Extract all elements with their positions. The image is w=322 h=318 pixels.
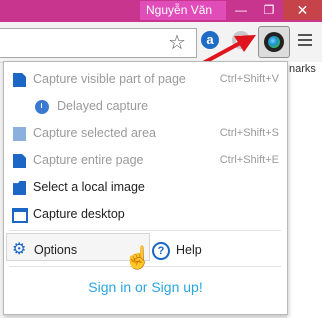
selection-icon bbox=[13, 127, 26, 141]
browser-toolbar: ☆ a bbox=[0, 22, 322, 63]
capture-extension-button[interactable] bbox=[258, 26, 290, 58]
menu-item-capture-visible[interactable]: Capture visible part of page Ctrl+Shift+… bbox=[4, 68, 287, 92]
camera-lens-icon bbox=[264, 32, 284, 52]
page-content bbox=[287, 62, 322, 318]
bookmarks-label[interactable]: narks bbox=[289, 63, 316, 75]
address-bar[interactable]: ☆ bbox=[0, 28, 197, 58]
document-icon bbox=[13, 73, 26, 87]
folder-icon bbox=[13, 181, 26, 195]
menu-item-local-image[interactable]: Select a local image bbox=[4, 176, 287, 200]
close-window-button[interactable]: ✕ bbox=[283, 0, 322, 20]
restore-button[interactable]: ❐ bbox=[255, 0, 283, 20]
capture-menu: Capture visible part of page Ctrl+Shift+… bbox=[3, 61, 288, 315]
desktop-icon bbox=[12, 208, 28, 223]
hand-cursor-icon: ☝ bbox=[124, 245, 152, 270]
menu-divider bbox=[9, 230, 281, 231]
menu-item-delayed-capture[interactable]: Delayed capture bbox=[4, 95, 287, 119]
star-icon[interactable]: ☆ bbox=[168, 32, 186, 54]
menu-icon[interactable] bbox=[298, 34, 312, 49]
menu-item-capture-entire[interactable]: Capture entire page Ctrl+Shift+E bbox=[4, 149, 287, 173]
options-button[interactable]: Options bbox=[34, 243, 77, 257]
menu-item-capture-selected[interactable]: Capture selected area Ctrl+Shift+S bbox=[4, 122, 287, 146]
clock-icon bbox=[35, 100, 49, 114]
menu-item-capture-desktop[interactable]: Capture desktop bbox=[4, 203, 287, 227]
minimize-button[interactable]: — bbox=[227, 0, 255, 20]
page-icon bbox=[13, 154, 26, 168]
profile-name[interactable]: Nguyễn Văn bbox=[140, 1, 226, 20]
gear-icon[interactable]: ⚙ bbox=[12, 242, 26, 258]
signin-link[interactable]: Sign in or Sign up! bbox=[4, 279, 287, 295]
help-icon[interactable]: ? bbox=[152, 242, 170, 260]
help-button[interactable]: Help bbox=[176, 243, 202, 257]
window-titlebar: Nguyễn Văn — ❐ ✕ bbox=[0, 0, 322, 22]
